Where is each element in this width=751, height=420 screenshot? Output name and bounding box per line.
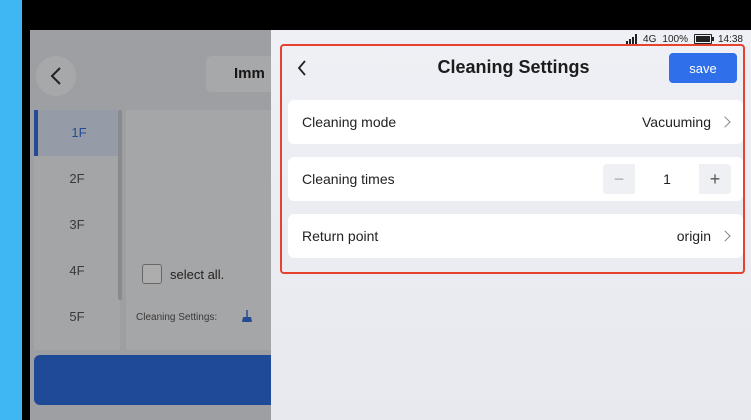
cleaning-settings-drawer: 4G 100% 14:38 Cleaning Settings save Cle… bbox=[271, 30, 751, 420]
return-point-value-group: origin bbox=[676, 214, 731, 258]
network-type: 4G bbox=[643, 33, 657, 45]
cleaning-mode-value-group: Vacuuming bbox=[641, 100, 731, 144]
cleaning-mode-label: Cleaning mode bbox=[302, 114, 397, 130]
signal-icon bbox=[626, 34, 638, 44]
drawer-header: Cleaning Settings save bbox=[286, 50, 741, 86]
device-frame: Imm 1F 2F 3F 4F 5F 6F select all. Cleani… bbox=[22, 0, 751, 420]
clock: 14:38 bbox=[717, 33, 743, 45]
return-point-label: Return point bbox=[302, 228, 379, 244]
chevron-right-icon bbox=[719, 116, 731, 128]
cleaning-times-stepper: − 1 + bbox=[603, 164, 731, 194]
battery-percent: 100% bbox=[662, 33, 688, 45]
cleaning-times-row: Cleaning times − 1 + bbox=[288, 157, 743, 201]
return-point-row[interactable]: Return point origin bbox=[288, 214, 743, 258]
cleaning-mode-value: Vacuuming bbox=[641, 114, 711, 130]
chevron-right-icon bbox=[719, 230, 731, 242]
cleaning-times-label: Cleaning times bbox=[302, 171, 395, 187]
battery-icon bbox=[693, 34, 714, 44]
decrement-button[interactable]: − bbox=[603, 164, 635, 194]
cleaning-times-value[interactable]: 1 bbox=[635, 164, 699, 194]
cleaning-mode-row[interactable]: Cleaning mode Vacuuming bbox=[288, 100, 743, 144]
save-button[interactable]: save bbox=[669, 53, 737, 83]
screen: Imm 1F 2F 3F 4F 5F 6F select all. Cleani… bbox=[30, 30, 751, 420]
return-point-value: origin bbox=[676, 228, 711, 244]
increment-button[interactable]: + bbox=[699, 164, 731, 194]
